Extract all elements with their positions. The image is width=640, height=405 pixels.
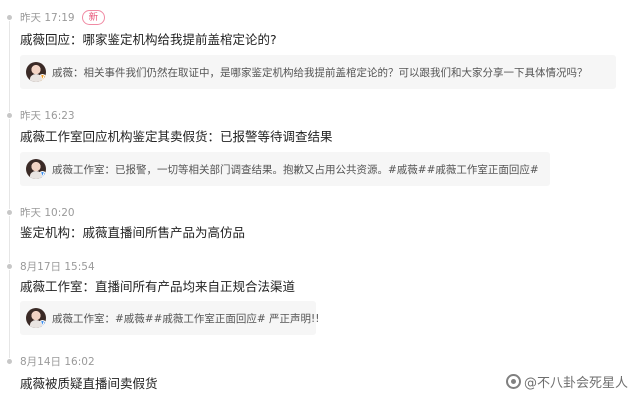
- watermark: @不八卦会死星人: [505, 372, 628, 391]
- timeline-dot: [6, 358, 13, 365]
- timeline-dot: [6, 209, 13, 216]
- quote-text: 戚薇：相关事件我们仍然在取证中，是哪家鉴定机构给我提前盖棺定论的？可以跟我们和大…: [52, 66, 588, 79]
- entry-time: 8月17日 15:54: [20, 260, 95, 273]
- verified-blue-icon: V: [38, 171, 46, 179]
- verified-orange-icon: V: [38, 74, 46, 82]
- quote-card[interactable]: V 戚薇：相关事件我们仍然在取证中，是哪家鉴定机构给我提前盖棺定论的？可以跟我们…: [20, 55, 616, 89]
- quote-card[interactable]: V 戚薇工作室：已报警，一切等相关部门调查结果。抱歉又占用公共资源。#戚薇##戚…: [20, 152, 550, 186]
- watermark-logo-icon: [505, 374, 521, 389]
- entry-time: 昨天 16:23: [20, 109, 75, 122]
- timeline-dot: [6, 263, 13, 270]
- entry-time-row: 8月14日 16:02: [20, 353, 95, 369]
- entry-time: 昨天 17:19: [20, 11, 75, 24]
- timeline-line: [9, 18, 10, 363]
- entry-time-row: 昨天 10:20: [20, 204, 75, 220]
- timeline-dot: [6, 14, 13, 21]
- timeline-dot: [6, 112, 13, 119]
- avatar: V: [26, 159, 46, 179]
- entry-time: 8月14日 16:02: [20, 355, 95, 368]
- avatar: V: [26, 62, 46, 82]
- avatar: V: [26, 308, 46, 328]
- quote-text: 戚薇工作室：已报警，一切等相关部门调查结果。抱歉又占用公共资源。#戚薇##戚薇工…: [52, 163, 539, 176]
- quote-card[interactable]: V 戚薇工作室：#戚薇##戚薇工作室正面回应# 严正声明!!: [20, 301, 320, 335]
- entry-headline[interactable]: 戚薇回应：哪家鉴定机构给我提前盖棺定论的?: [20, 29, 277, 48]
- verified-blue-icon: V: [38, 320, 46, 328]
- entry-time: 昨天 10:20: [20, 206, 75, 219]
- entry-time-row: 昨天 17:19 新: [20, 9, 106, 25]
- quote-text: 戚薇工作室：#戚薇##戚薇工作室正面回应# 严正声明!!: [52, 312, 320, 325]
- watermark-text: @不八卦会死星人: [523, 376, 628, 391]
- entry-headline[interactable]: 鉴定机构：戚薇直播间所售产品为高仿品: [20, 222, 245, 241]
- entry-headline[interactable]: 戚薇工作室：直播间所有产品均来自正规合法渠道: [20, 276, 295, 295]
- entry-time-row: 8月17日 15:54: [20, 258, 95, 274]
- entry-headline[interactable]: 戚薇被质疑直播间卖假货: [20, 373, 158, 392]
- entry-time-row: 昨天 16:23: [20, 107, 75, 123]
- new-badge: 新: [81, 9, 106, 25]
- entry-headline[interactable]: 戚薇工作室回应机构鉴定其卖假货：已报警等待调查结果: [20, 126, 333, 145]
